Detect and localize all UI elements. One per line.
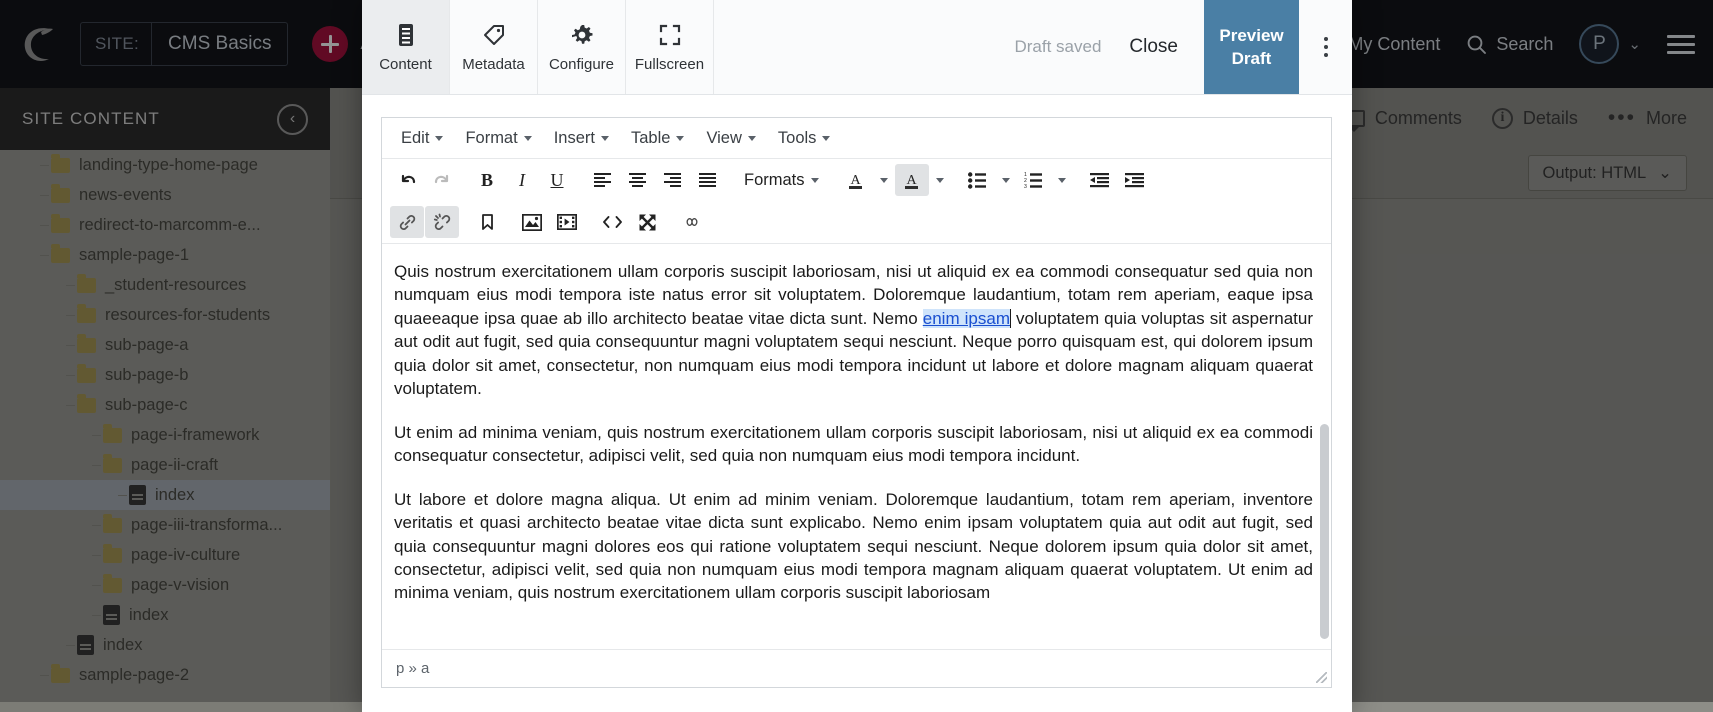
tab-configure[interactable]: Configure (538, 0, 626, 94)
tab-content-label: Content (379, 55, 432, 73)
resize-grip[interactable] (1316, 672, 1327, 683)
background-color-dropdown[interactable] (930, 164, 950, 196)
draft-status: Draft saved (1014, 37, 1102, 56)
insert-link-button[interactable] (390, 206, 424, 238)
content-editor-modal: Content Metadata Configure Fullscreen Dr… (362, 0, 1352, 712)
background-color-button[interactable]: A (894, 164, 929, 196)
special-character-button[interactable] (675, 206, 709, 238)
tab-configure-label: Configure (548, 55, 615, 73)
menu-edit[interactable]: Edit (391, 124, 453, 153)
chevron-down-icon (435, 136, 444, 141)
svg-text:3: 3 (1024, 184, 1027, 189)
editor-status-bar: p » a (382, 649, 1331, 687)
formats-dropdown[interactable]: Formats (735, 164, 828, 196)
insert-image-button[interactable] (515, 206, 549, 238)
menu-label: Table (630, 129, 671, 147)
tab-content[interactable]: Content (362, 0, 450, 94)
bullet-list-dropdown[interactable] (996, 164, 1016, 196)
menu-view[interactable]: View (696, 124, 765, 153)
numbered-list-button[interactable]: 123 (1017, 164, 1051, 196)
bottom-strip-left (0, 702, 362, 712)
align-right-button[interactable] (655, 164, 689, 196)
menu-insert[interactable]: Insert (544, 124, 619, 153)
tab-metadata-label: Metadata (462, 55, 525, 73)
preview-draft-button[interactable]: Preview Draft (1204, 0, 1299, 94)
align-left-button[interactable] (585, 164, 619, 196)
remove-link-button[interactable] (425, 206, 459, 238)
editor-body[interactable]: Quis nostrum exercitationem ullam corpor… (382, 244, 1331, 649)
chevron-down-icon (600, 136, 609, 141)
editor-container: Edit Format Insert Table View Tools B I U (362, 95, 1352, 712)
chevron-down-icon (822, 136, 831, 141)
chevron-down-icon (676, 136, 685, 141)
redo-button[interactable] (425, 164, 459, 196)
text-color-button[interactable]: A (839, 164, 873, 196)
editor-menu-bar: Edit Format Insert Table View Tools (382, 118, 1331, 159)
tag-icon (482, 22, 506, 48)
bold-button[interactable]: B (470, 164, 504, 196)
underline-button[interactable]: U (540, 164, 574, 196)
chevron-down-icon (747, 136, 756, 141)
anchor-button[interactable] (470, 206, 504, 238)
menu-label: Format (465, 129, 518, 147)
preview-draft-line1: Preview (1219, 25, 1284, 45)
numbered-list-dropdown[interactable] (1052, 164, 1072, 196)
chevron-down-icon (1057, 177, 1066, 183)
editor-toolbar-row-2 (382, 201, 1331, 244)
tab-bar-spacer (714, 0, 1015, 94)
chevron-down-icon (935, 177, 944, 183)
insert-media-button[interactable] (550, 206, 584, 238)
menu-label: View (706, 129, 742, 147)
chevron-down-icon (810, 177, 819, 183)
chevron-down-icon (879, 177, 888, 183)
vertical-ellipsis-icon[interactable] (1299, 0, 1352, 94)
fullscreen-button[interactable] (630, 206, 664, 238)
indent-button[interactable] (1118, 164, 1152, 196)
menu-tools[interactable]: Tools (768, 124, 841, 153)
editor-scrollbar[interactable] (1320, 424, 1329, 639)
menu-label: Edit (401, 129, 430, 147)
editor-toolbar-row-1: B I U Formats A A 1 2 3 (382, 159, 1331, 201)
modal-tab-bar: Content Metadata Configure Fullscreen Dr… (362, 0, 1352, 95)
paragraph-1: Quis nostrum exercitationem ullam corpor… (394, 260, 1313, 401)
selected-link[interactable]: enim ipsam (922, 308, 1011, 328)
preview-draft-line2: Draft (1231, 49, 1272, 68)
undo-button[interactable] (390, 164, 424, 196)
svg-text:A: A (850, 173, 861, 188)
italic-button[interactable]: I (505, 164, 539, 196)
menu-format[interactable]: Format (455, 124, 541, 153)
source-code-button[interactable] (595, 206, 629, 238)
svg-text:A: A (906, 173, 917, 188)
menu-label: Insert (553, 129, 595, 147)
align-justify-button[interactable] (690, 164, 724, 196)
outdent-button[interactable] (1083, 164, 1117, 196)
paragraph-2: Ut enim ad minima veniam, quis nostrum e… (394, 422, 1313, 466)
element-path[interactable]: p » a (396, 660, 429, 677)
paragraph-3: Ut labore et dolore magna aliqua. Ut eni… (394, 489, 1313, 603)
text-color-dropdown[interactable] (874, 164, 894, 196)
menu-label: Tools (777, 129, 817, 147)
bullet-list-button[interactable] (961, 164, 995, 196)
chevron-down-icon (523, 136, 532, 141)
chevron-down-icon (1001, 177, 1010, 183)
expand-corners-icon (659, 22, 681, 48)
document-lines-icon (396, 22, 416, 48)
menu-table[interactable]: Table (621, 124, 694, 153)
formats-label: Formats (744, 170, 805, 189)
align-center-button[interactable] (620, 164, 654, 196)
tab-fullscreen-label: Fullscreen (634, 55, 705, 73)
rich-text-editor: Edit Format Insert Table View Tools B I U (381, 117, 1332, 688)
close-button[interactable]: Close (1129, 0, 1204, 94)
tab-metadata[interactable]: Metadata (450, 0, 538, 94)
gear-icon (570, 22, 594, 48)
tab-fullscreen[interactable]: Fullscreen (626, 0, 714, 94)
